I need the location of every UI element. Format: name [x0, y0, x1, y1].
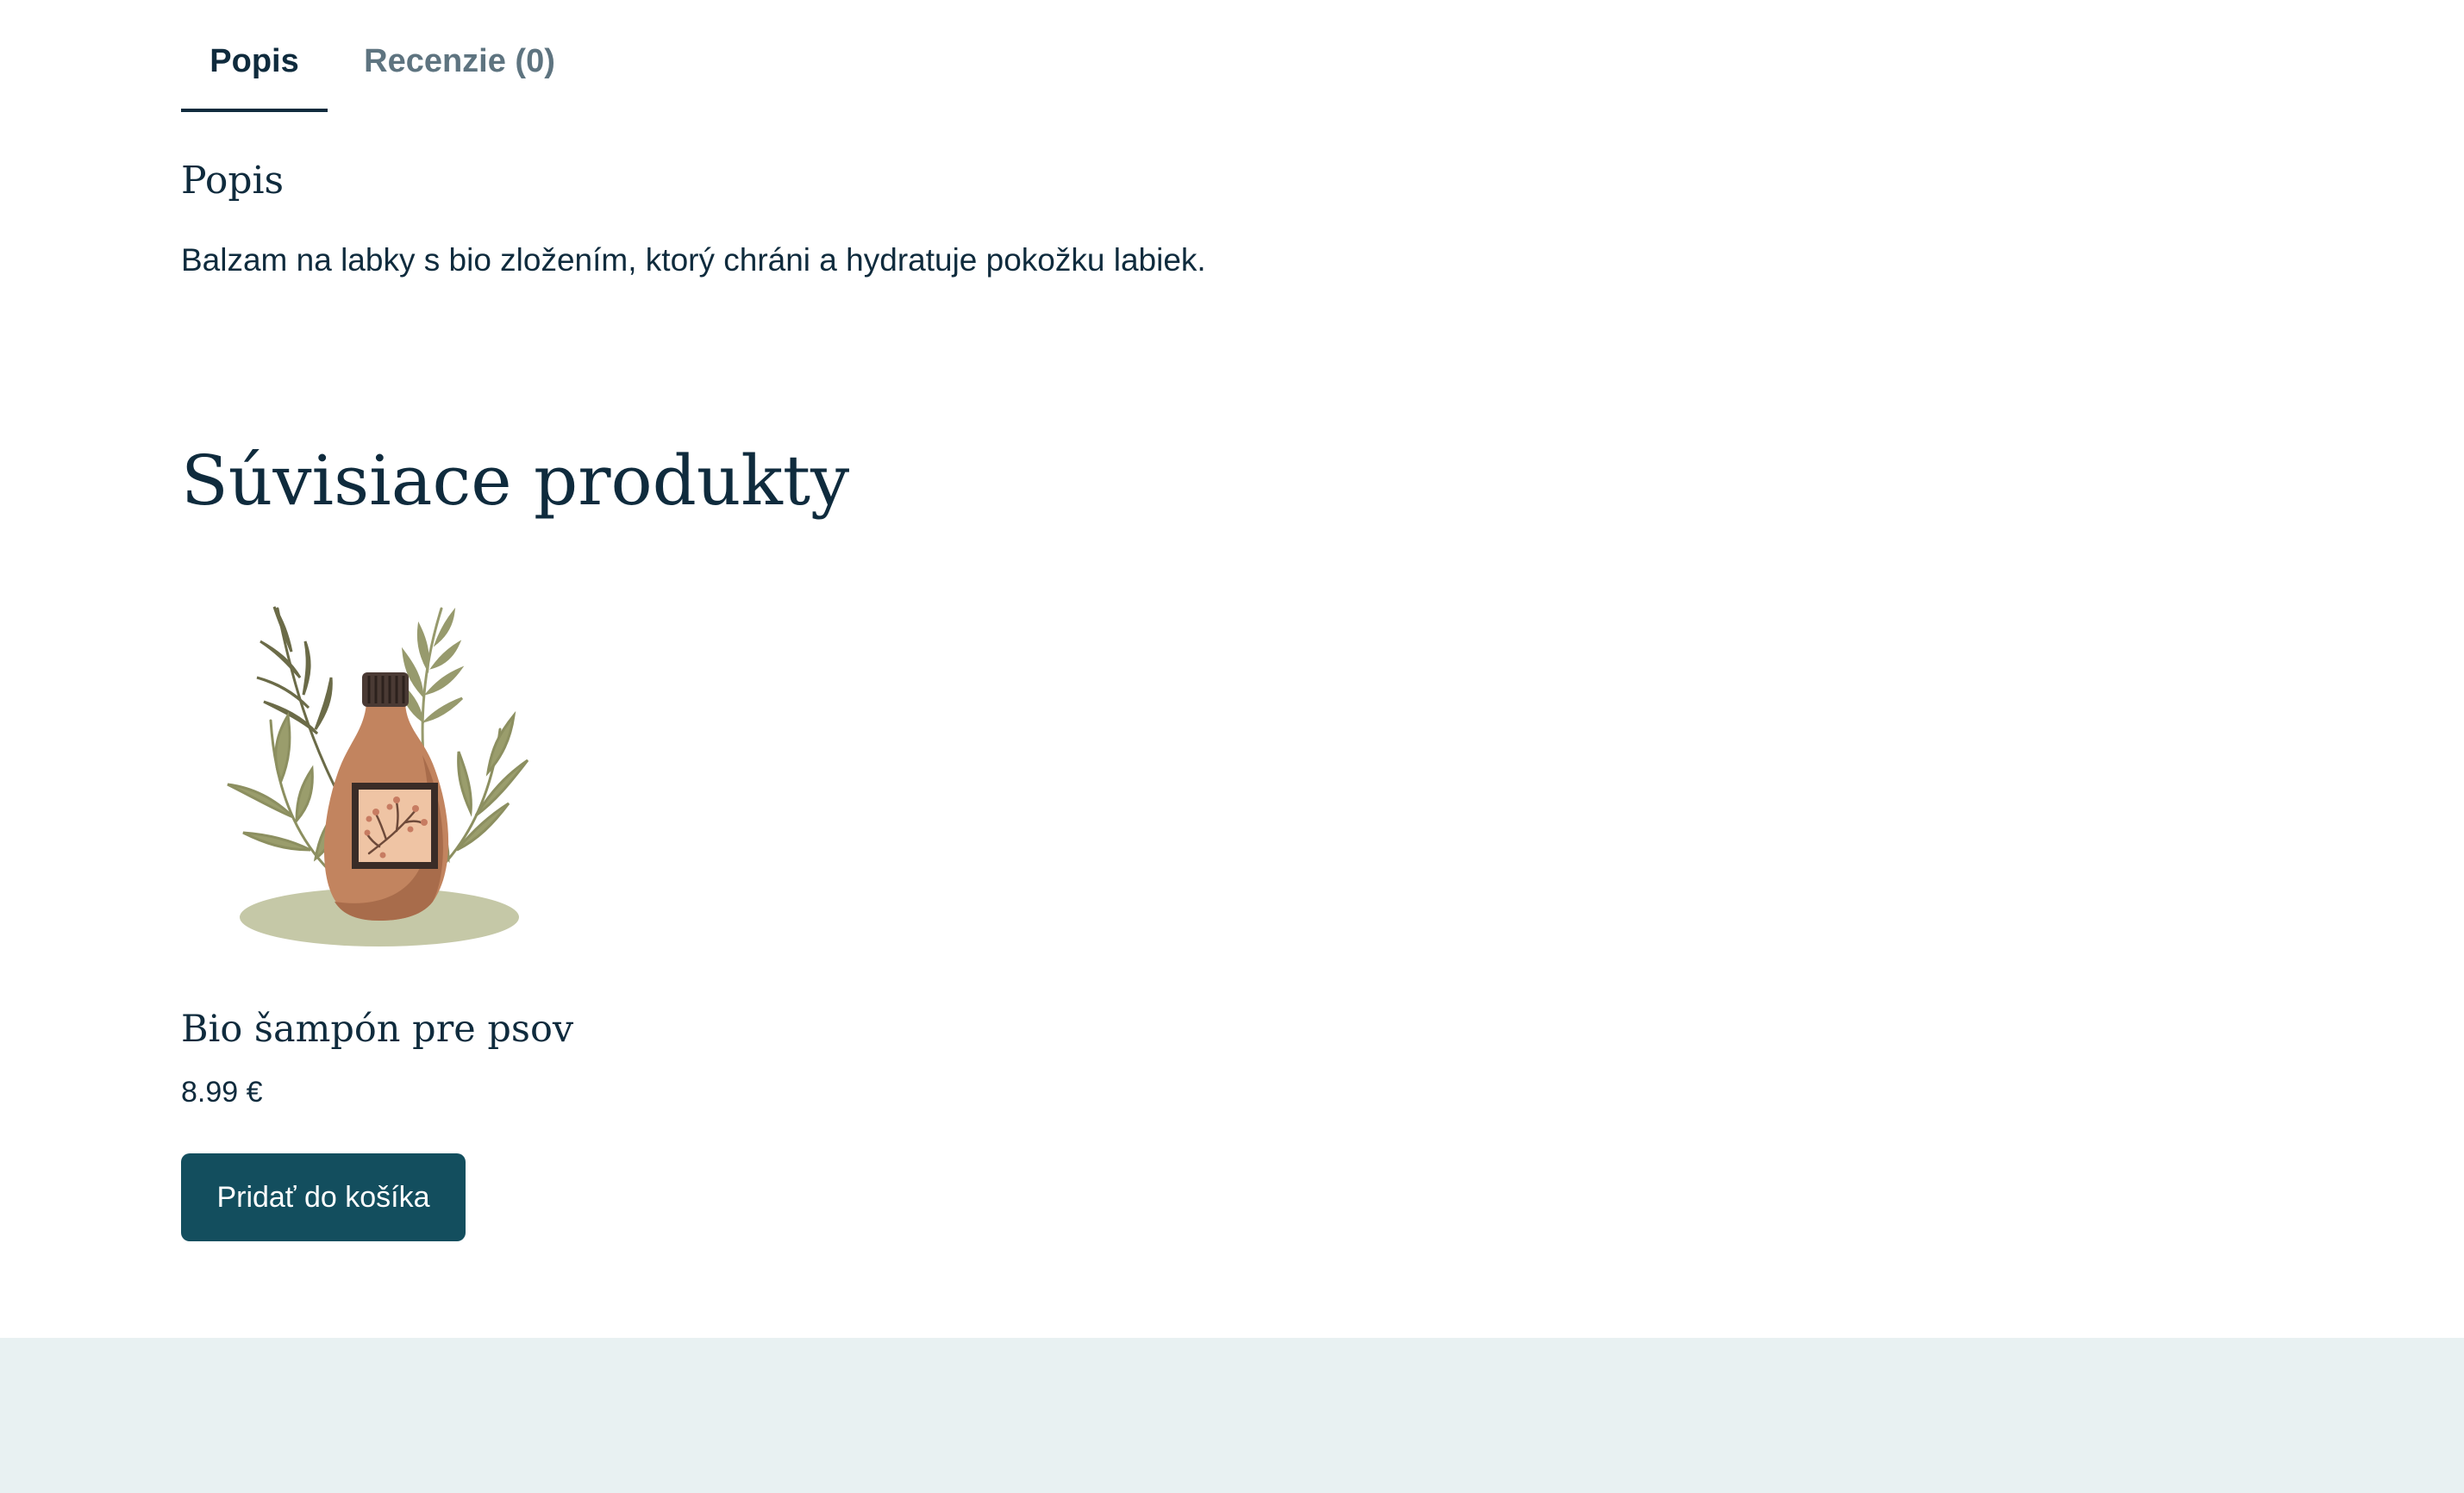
product-image[interactable]	[207, 591, 543, 953]
description-heading: Popis	[181, 159, 285, 203]
product-name[interactable]: Bio šampón pre psov	[181, 1003, 573, 1055]
product-price: 8.99 €	[181, 1076, 263, 1109]
page: Popis Recenzie (0) Popis Balzam na labky…	[0, 0, 2464, 1338]
footer	[0, 1338, 2464, 1493]
description-text: Balzam na labky s bio zložením, ktorý ch…	[181, 242, 1206, 278]
product-card: Bio šampón pre psov 8.99 € Pridať do koš…	[181, 583, 573, 1255]
product-tabs: Popis Recenzie (0)	[181, 0, 591, 114]
tab-reviews[interactable]: Recenzie (0)	[328, 0, 591, 112]
add-to-cart-button[interactable]: Pridať do košíka	[181, 1153, 466, 1241]
related-products-heading: Súvisiace produkty	[181, 440, 850, 521]
tab-description[interactable]: Popis	[181, 0, 328, 112]
